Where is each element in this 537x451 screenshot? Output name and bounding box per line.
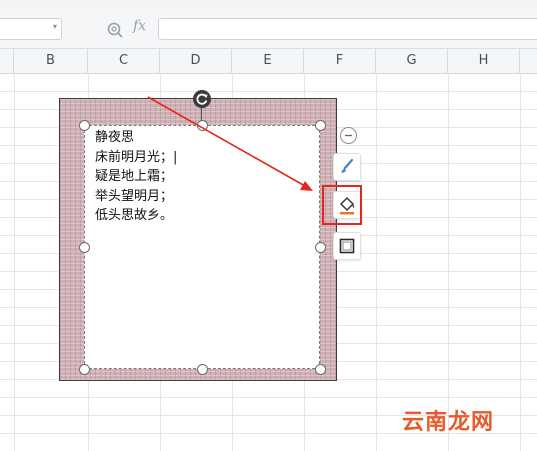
resize-handle-top-right[interactable] — [315, 120, 326, 131]
formula-input[interactable] — [158, 18, 537, 40]
column-header-b[interactable]: B — [14, 49, 88, 73]
poem-line: 举头望明月； — [95, 188, 174, 204]
poem-title: 静夜思 — [95, 130, 135, 145]
column-header-h[interactable]: H — [448, 49, 520, 73]
rotate-handle-icon[interactable] — [193, 90, 211, 108]
column-header-c[interactable]: C — [88, 49, 160, 73]
rotate-stem — [201, 107, 202, 121]
poem-line: 低头思故乡。 — [95, 208, 174, 223]
square-outline-icon — [339, 238, 355, 254]
column-header-i[interactable] — [520, 49, 537, 73]
zoom-formula-icon[interactable] — [106, 21, 124, 39]
column-header-a[interactable] — [0, 49, 14, 73]
name-box[interactable]: ▾ — [0, 18, 62, 40]
poem-line: 床前明月光；| — [95, 149, 178, 165]
shape-style-button[interactable] — [333, 153, 361, 181]
watermark-logo: 云南龙网 — [402, 410, 495, 435]
column-header-e[interactable]: E — [232, 49, 304, 73]
fx-icon[interactable]: fx — [133, 18, 146, 34]
minus-circle-icon[interactable] — [340, 127, 357, 144]
poem-line: 疑是地上霜； — [95, 169, 174, 184]
chevron-down-icon[interactable]: ▾ — [53, 22, 57, 31]
resize-handle-bottom[interactable] — [197, 364, 208, 375]
column-header-g[interactable]: G — [376, 49, 448, 73]
highlight-box — [322, 185, 362, 225]
resize-handle-left[interactable] — [79, 242, 90, 253]
poem-text[interactable]: 静夜思 床前明月光；| 疑是地上霜； 举头望明月； 低头思故乡。 — [95, 128, 177, 226]
shape-outline-button[interactable] — [333, 232, 361, 260]
resize-handle-top-left[interactable] — [79, 120, 90, 131]
formula-bar: ▾ fx — [0, 8, 537, 49]
column-header-f[interactable]: F — [304, 49, 376, 73]
resize-handle-bottom-left[interactable] — [79, 364, 90, 375]
column-headers: B C D E F G H — [0, 49, 537, 74]
brush-icon — [341, 158, 354, 173]
resize-handle-top[interactable] — [197, 120, 208, 131]
resize-handle-right[interactable] — [315, 242, 326, 253]
column-header-d[interactable]: D — [160, 49, 232, 73]
resize-handle-bottom-right[interactable] — [315, 364, 326, 375]
